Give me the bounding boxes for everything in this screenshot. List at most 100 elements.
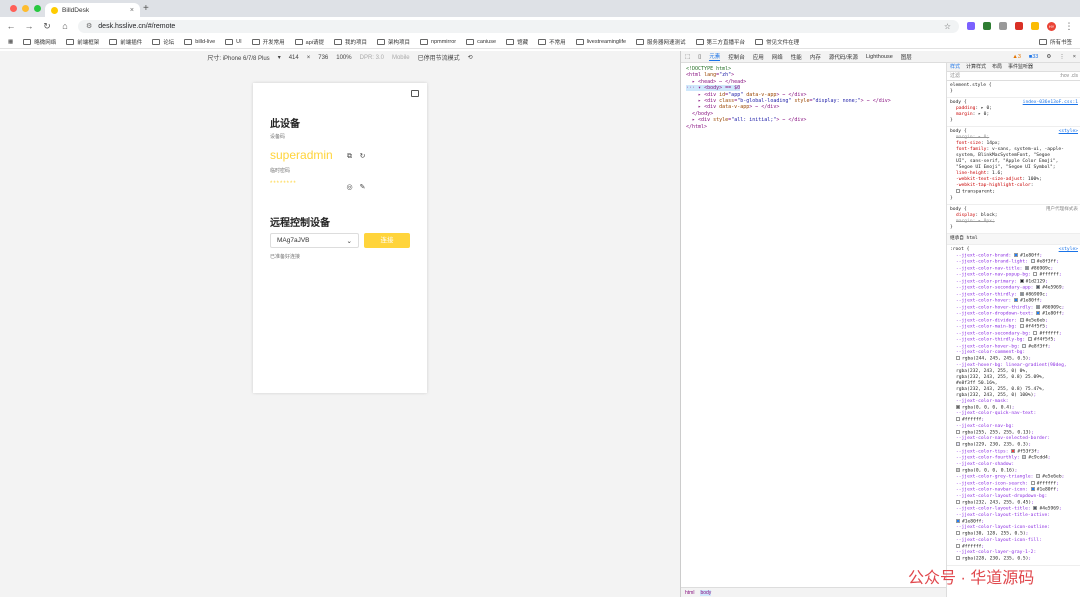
color-swatch [1011,448,1016,453]
bookmark-star-icon[interactable]: ☆ [944,22,951,31]
copy-icon[interactable]: ⧉ [346,153,353,160]
devtools-tab[interactable]: 源代码/来源 [829,53,858,61]
profile-avatar[interactable]: HY [1047,21,1056,31]
bookmark-item[interactable]: api请提 [294,38,324,46]
devtools-panel: ⬚ ▯ 元素 控制台 应用 网络 性能 内存 源代码/来源 Lighthouse 图层 ▲3 ■… [680,51,1080,597]
settings-icon[interactable]: ⚙ [1046,54,1051,60]
remote-control-title: 远程控制设备 [270,218,330,229]
bookmark-item[interactable]: 开发常用 [251,38,285,46]
menu-icon[interactable]: ⋮ [1064,21,1074,32]
bookmark-item[interactable]: 论坛 [152,38,174,46]
devtools-tab[interactable]: 性能 [791,53,802,61]
bookmark-item[interactable]: 架构项目 [377,38,410,46]
warning-count[interactable]: ▲3 [1012,54,1021,60]
extension-icon[interactable] [1031,22,1039,30]
back-icon[interactable]: ← [6,21,16,31]
connect-button[interactable]: 连接 [364,233,410,248]
color-swatch [956,531,960,535]
chat-icon[interactable] [411,90,419,97]
bookmark-item[interactable]: 不常用 [538,38,566,46]
filter-input[interactable]: 过滤 [950,73,960,79]
all-bookmarks[interactable]: 所有书签 [1038,38,1072,46]
minimize-window-icon[interactable] [22,5,29,12]
dpr-select[interactable]: DPR: 3.0 [360,55,384,61]
issues-count[interactable]: ■33 [1029,54,1038,60]
styles-tab[interactable]: 样式 [950,64,960,70]
styles-pane: 样式 计算样式 布局 事件监听器 过滤 :hov .cls element.style… [946,63,1080,597]
breadcrumb-item[interactable]: body [700,589,712,596]
style-rule: element.style {} [947,81,1080,98]
forward-icon[interactable]: → [24,21,34,31]
folder-icon [377,38,386,45]
bookmark-item[interactable]: 第三方直播平台 [695,38,745,46]
extension-icon[interactable] [1015,22,1023,30]
home-icon[interactable]: ⌂ [60,21,70,31]
folder-icon [152,38,161,45]
height-input[interactable]: 736 [318,55,328,61]
dom-breadcrumbs: html body [681,587,946,597]
folder-icon [66,38,75,45]
devtools-tab[interactable]: 控制台 [728,53,745,61]
tab-billddesk[interactable]: BilldDesk × [45,3,140,17]
color-swatch [1036,474,1041,478]
bookmark-item[interactable]: livestreaminglife [575,38,626,45]
devtools-tab[interactable]: 应用 [753,53,764,61]
maximize-window-icon[interactable] [34,5,41,12]
edit-icon[interactable]: ✎ [359,184,366,191]
extension-icon[interactable] [967,22,975,30]
reload-icon[interactable]: ↻ [42,21,52,32]
extension-icon[interactable] [999,22,1007,30]
apps-icon[interactable]: ▦ [8,39,13,45]
width-input[interactable]: 414 [289,55,299,61]
remote-code-select[interactable]: MAg7aJVB ⌄ [270,233,359,248]
styles-tab[interactable]: 布局 [992,64,1002,70]
color-swatch [956,404,960,409]
hov-cls-toggle[interactable]: :hov .cls [1060,73,1078,79]
breadcrumb-item[interactable]: html [685,590,694,596]
styles-tab[interactable]: 计算样式 [966,64,986,70]
menu-icon[interactable]: ⋮ [1059,54,1065,60]
bookmark-item[interactable]: 我的项目 [334,38,367,46]
devtools-tab[interactable]: 图层 [901,53,912,61]
refresh-icon[interactable]: ↻ [359,153,366,160]
site-info-icon[interactable]: ⚙ [86,22,92,30]
devtools-tab[interactable]: 网络 [772,53,783,61]
throttle-select[interactable]: 已停用节流模式 [418,53,460,62]
inspect-icon[interactable]: ⬚ [685,54,690,60]
close-tab-icon[interactable]: × [130,7,134,14]
bookmark-item[interactable]: 略微网络 [23,38,56,46]
devtools-tab[interactable]: 内存 [810,53,821,61]
bookmark-item[interactable]: 前端框架 [66,38,99,46]
elements-tree[interactable]: <!DOCTYPE html> <html lang="zh"> ▸ <head… [681,63,946,585]
color-swatch [1022,455,1027,459]
devtools-tabs: ⬚ ▯ 元素 控制台 应用 网络 性能 内存 源代码/来源 Lighthouse 图层 ▲3 ■… [681,51,1080,63]
new-tab-icon[interactable]: + [143,3,149,14]
connection-status: 已准备好连接 [270,254,301,260]
bookmark-item[interactable]: UI [225,38,242,45]
extension-icon[interactable] [983,22,991,30]
close-icon[interactable]: × [1073,54,1076,60]
devtools-tab[interactable]: Lighthouse [866,54,893,60]
rotate-icon[interactable]: ⟲ [468,54,473,61]
bookmark-item[interactable]: 常见文件在理 [755,38,799,46]
address-bar[interactable]: ⚙ desk.hsslive.cn/#/remote ☆ [78,19,959,33]
eye-hidden-icon[interactable]: ◎ [346,184,353,191]
styles-filter[interactable]: 过滤 :hov .cls [947,72,1080,81]
color-swatch [1022,343,1027,348]
device-toggle-icon[interactable]: ▯ [698,54,701,60]
bookmark-item[interactable]: 馆藏 [506,38,528,46]
device-select[interactable]: 尺寸: iPhone 6/7/8 Plus [207,53,269,62]
bookmark-item[interactable]: 前端插件 [109,38,142,46]
mode-select[interactable]: Mobile [392,55,410,61]
styles-tab[interactable]: 事件监听器 [1008,64,1033,70]
bookmark-item[interactable]: billd-live [184,38,215,45]
zoom-select[interactable]: 100% [336,55,351,61]
bookmark-item[interactable]: 服务器网速测试 [636,38,686,46]
devtools-tab[interactable]: 元素 [709,52,721,61]
bookmark-item[interactable]: npmmirror [420,38,456,45]
close-window-icon[interactable] [10,5,17,12]
bookmark-item[interactable]: caniuse [466,38,496,45]
folder-icon [184,38,193,45]
color-swatch [1036,285,1041,289]
chevron-down-icon: ⌄ [346,237,352,245]
